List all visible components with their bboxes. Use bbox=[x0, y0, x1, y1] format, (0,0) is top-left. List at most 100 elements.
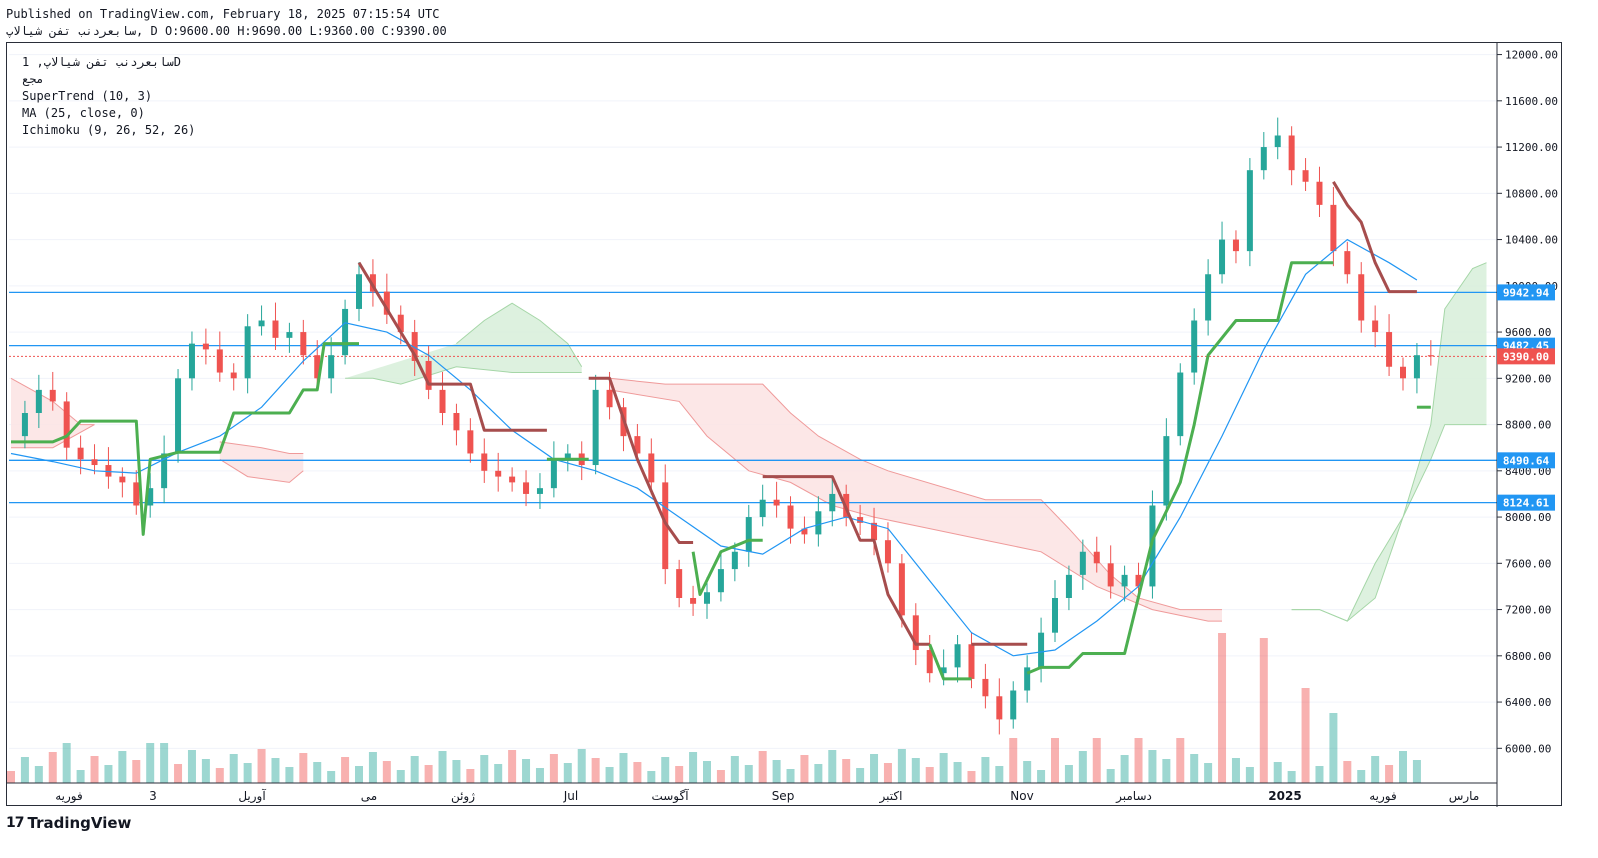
candle bbox=[884, 540, 891, 564]
brand-name: TradingView bbox=[27, 814, 132, 832]
volume-bar bbox=[1385, 765, 1394, 783]
price-tick-label: 8800.00 bbox=[1505, 419, 1551, 432]
legend-ma[interactable]: MA (25, close, 0) bbox=[22, 106, 145, 120]
candle bbox=[1427, 355, 1434, 357]
volume-bar bbox=[1092, 738, 1101, 783]
volume-bar bbox=[563, 763, 572, 783]
time-tick-label: Sep bbox=[772, 789, 795, 803]
legend-title[interactable]: سابعردنب تفن شیالاپ, 1D bbox=[22, 55, 181, 69]
candle bbox=[230, 372, 237, 379]
candle bbox=[244, 326, 251, 379]
time-axis: فوریه 3 آوریل می ژوئن Jul آگوست Sep اکتبر Nov دسام… bbox=[7, 782, 1497, 804]
volume-bar bbox=[716, 770, 725, 783]
volume-bar bbox=[577, 749, 586, 783]
volume-bar bbox=[1120, 755, 1129, 783]
price-tick-label: 12000.00 bbox=[1505, 49, 1558, 62]
candle bbox=[1010, 690, 1017, 720]
volume-bar bbox=[466, 769, 475, 783]
legend-ichimoku[interactable]: Ichimoku (9, 26, 52, 26) bbox=[22, 123, 195, 137]
time-tick-label: 2025 bbox=[1268, 789, 1301, 803]
volume-bar bbox=[1204, 763, 1213, 783]
volume-bar bbox=[438, 751, 447, 783]
candle bbox=[1038, 632, 1045, 668]
volume-bar bbox=[828, 750, 837, 783]
volume-bar bbox=[1343, 761, 1352, 783]
volume-bar bbox=[382, 761, 391, 783]
candle bbox=[1246, 170, 1253, 252]
volume-bar bbox=[7, 771, 15, 783]
supertrend-segment bbox=[928, 643, 972, 681]
cloud-area bbox=[609, 378, 1222, 622]
volume-bar bbox=[786, 769, 795, 783]
candle bbox=[119, 476, 126, 483]
volume-bar bbox=[20, 757, 29, 783]
candle bbox=[495, 470, 502, 477]
candle bbox=[481, 453, 488, 471]
volume-bar bbox=[1399, 751, 1407, 783]
price-chart[interactable]: 12000.00 11600.00 11200.00 10800.00 10400.00… bbox=[7, 43, 1563, 807]
candle bbox=[188, 343, 195, 379]
volume-bar bbox=[313, 762, 322, 783]
candle bbox=[773, 499, 780, 506]
volume-bar bbox=[661, 757, 670, 783]
candle bbox=[1260, 147, 1267, 171]
tradingview-brand[interactable]: 17 TradingView bbox=[6, 814, 131, 832]
candle bbox=[1274, 135, 1281, 148]
price-tick-label: 11200.00 bbox=[1505, 141, 1558, 154]
volume-bar bbox=[508, 750, 517, 783]
candle bbox=[523, 482, 530, 494]
volume-bar bbox=[1106, 769, 1115, 783]
cloud-span-b bbox=[1291, 424, 1487, 622]
price-tick-label: 9600.00 bbox=[1505, 326, 1551, 339]
volume-bar bbox=[452, 760, 461, 783]
volume-bar bbox=[146, 743, 155, 783]
symbol-name: سابعردنب تفن شیالاپ bbox=[6, 24, 137, 38]
volume-bar bbox=[1064, 765, 1073, 783]
candle bbox=[954, 644, 961, 668]
chart-pane[interactable]: 12000.00 11600.00 11200.00 10800.00 10400.00… bbox=[6, 42, 1563, 807]
candle bbox=[342, 308, 349, 356]
candle bbox=[550, 459, 557, 489]
volume-bar bbox=[772, 760, 781, 783]
price-tick-label: 6800.00 bbox=[1505, 650, 1551, 663]
volume-bar bbox=[62, 743, 71, 783]
time-tick-label: فوریه bbox=[55, 789, 83, 804]
candle bbox=[272, 320, 279, 338]
candle bbox=[1121, 574, 1128, 587]
volume-bar bbox=[1051, 738, 1059, 783]
volume-bar bbox=[675, 766, 684, 783]
price-tick-label: 11600.00 bbox=[1505, 95, 1558, 108]
candle bbox=[1065, 574, 1072, 598]
candle bbox=[1232, 239, 1239, 252]
volume-bar bbox=[689, 752, 698, 783]
volume-bar bbox=[911, 758, 920, 783]
volume-bar bbox=[243, 763, 252, 783]
price-axis: 12000.00 11600.00 11200.00 10800.00 10400.00… bbox=[1496, 43, 1558, 807]
candle bbox=[690, 598, 697, 604]
volume-bar bbox=[368, 752, 377, 783]
time-tick-label: آوریل bbox=[238, 788, 266, 804]
volume-bar bbox=[953, 762, 962, 783]
price-tick-label: 9200.00 bbox=[1505, 372, 1551, 385]
candle bbox=[175, 378, 182, 454]
volume-bar bbox=[341, 757, 350, 783]
candle bbox=[453, 413, 460, 431]
candle bbox=[968, 644, 975, 679]
candle bbox=[105, 465, 112, 477]
candle bbox=[1400, 366, 1406, 379]
legend-supertrend[interactable]: SuperTrend (10, 3) bbox=[22, 89, 152, 103]
candle bbox=[1163, 436, 1170, 506]
candle bbox=[1372, 320, 1379, 333]
volume-bar bbox=[647, 771, 656, 783]
volume-bar bbox=[396, 770, 405, 783]
candle bbox=[1358, 274, 1365, 321]
volume-bar bbox=[174, 764, 183, 783]
volume-bar bbox=[1231, 758, 1240, 783]
volume-bar bbox=[1148, 750, 1157, 783]
candle bbox=[356, 274, 362, 309]
candle bbox=[1093, 551, 1100, 564]
candle bbox=[787, 505, 794, 529]
cloud-area bbox=[345, 303, 582, 385]
candle bbox=[536, 488, 543, 494]
candle bbox=[1413, 355, 1420, 379]
